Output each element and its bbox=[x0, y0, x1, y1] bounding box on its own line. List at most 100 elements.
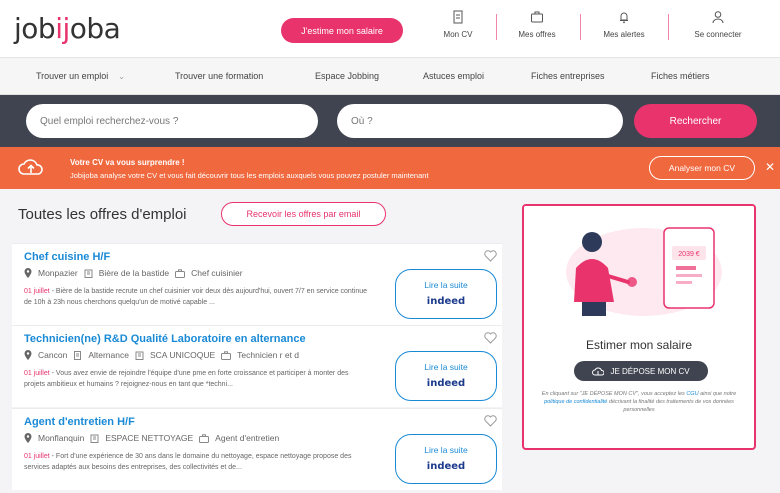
widget-title: Estimer mon salaire bbox=[585, 338, 693, 352]
job-title[interactable]: Chef cuisine H/F bbox=[24, 251, 110, 263]
cgu-link[interactable]: CGU bbox=[686, 391, 698, 397]
job-meta: Cancon Alternance SCA UNICOQUE Technicie… bbox=[24, 350, 299, 360]
upload-cv-button[interactable]: JE DÉPOSE MON CV bbox=[574, 361, 708, 381]
salary-widget: 2039 € Estimer mon salaire JE DÉPOSE MON… bbox=[522, 204, 756, 450]
building-icon bbox=[90, 434, 99, 443]
location-pin-icon bbox=[24, 350, 32, 360]
indeed-logo: indeed bbox=[426, 296, 466, 307]
job-search-input[interactable]: Quel emploi recherchez-vous ? bbox=[26, 104, 318, 138]
building-icon bbox=[135, 351, 144, 360]
site-header: jobijoba J'estime mon salaire Mon CV Mes… bbox=[0, 0, 780, 58]
nav-label: Se connecter bbox=[694, 30, 742, 39]
close-icon[interactable]: ✕ bbox=[765, 160, 775, 174]
heart-icon[interactable] bbox=[484, 332, 497, 344]
indeed-logo: indeed bbox=[426, 378, 466, 389]
read-more-label: Lire la suite bbox=[424, 445, 468, 455]
job-date: 01 juillet bbox=[24, 370, 50, 377]
bell-icon bbox=[620, 12, 628, 24]
heart-icon[interactable] bbox=[484, 250, 497, 262]
job-company: Bière de la bastide bbox=[98, 268, 170, 278]
logo-part: job bbox=[14, 12, 56, 45]
nav-label: Mes offres bbox=[518, 30, 556, 39]
job-category: Technicien r et d bbox=[237, 350, 300, 360]
menu-item-tips[interactable]: Astuces emploi bbox=[423, 71, 484, 81]
logo-part: ij bbox=[55, 12, 70, 45]
contract-icon bbox=[74, 350, 82, 360]
menu-item-jobbing[interactable]: Espace Jobbing bbox=[315, 71, 379, 81]
location-pin-icon bbox=[24, 268, 32, 278]
nav-label: Mes alertes bbox=[603, 30, 645, 39]
job-date: 01 juillet bbox=[24, 453, 50, 460]
analyse-cv-button[interactable]: Analyser mon CV bbox=[649, 156, 755, 180]
legal-text: En cliquant sur "JE DÉPOSE MON CV", vous… bbox=[541, 391, 685, 397]
salary-illustration: 2039 € bbox=[524, 206, 754, 324]
privacy-link[interactable]: politique de confidentialité bbox=[544, 399, 607, 405]
job-location: Monflanquin bbox=[38, 433, 85, 443]
menu-item-find-job[interactable]: Trouver un emploi ⌄ bbox=[36, 71, 125, 81]
menu-item-job-sheets[interactable]: Fiches métiers bbox=[651, 71, 710, 81]
job-category: Chef cuisinier bbox=[191, 268, 243, 278]
job-card[interactable]: Chef cuisine H/F Monpazier Bière de la b… bbox=[12, 243, 502, 325]
estimate-salary-button[interactable]: J'estime mon salaire bbox=[281, 18, 403, 43]
read-more-button[interactable]: Lire la suite indeed bbox=[395, 434, 497, 484]
cv-banner: Votre CV va vous surprendre ! Jobijoba a… bbox=[0, 147, 780, 189]
briefcase-icon bbox=[199, 433, 210, 443]
job-card[interactable]: Agent d'entretien H/F Monflanquin ESPACE… bbox=[12, 408, 502, 490]
job-desc-text: Fort d'une expérience de 30 ans dans le … bbox=[24, 453, 352, 471]
briefcase-icon bbox=[221, 350, 232, 360]
legal-text: décrivant la finalité des traitements de… bbox=[608, 399, 734, 413]
logo-part: oba bbox=[69, 12, 121, 45]
menu-item-companies[interactable]: Fiches entreprises bbox=[531, 71, 605, 81]
location-pin-icon bbox=[24, 433, 32, 443]
job-desc-text: Vous avez envie de rejoindre l'équipe d'… bbox=[24, 370, 349, 388]
job-category: Agent d'entretien bbox=[215, 433, 280, 443]
job-card[interactable]: Technicien(ne) R&D Qualité Laboratoire e… bbox=[12, 325, 502, 407]
email-alert-button[interactable]: Recevoir les offres par email bbox=[221, 202, 386, 226]
job-desc-text: Bière de la bastide recrute un chef cuis… bbox=[24, 288, 367, 306]
cloud-upload-icon bbox=[18, 159, 43, 175]
job-company: SCA UNICOQUE bbox=[149, 350, 216, 360]
main-menu: Trouver un emploi ⌄ Trouver une formation… bbox=[0, 59, 780, 95]
nav-login[interactable]: Se connecter bbox=[688, 10, 748, 39]
legal-text: ainsi que notre bbox=[700, 391, 737, 397]
job-description: 01 juillet - Bière de la bastide recrute… bbox=[24, 288, 367, 306]
heart-icon[interactable] bbox=[484, 415, 497, 427]
chevron-down-icon: ⌄ bbox=[118, 72, 125, 81]
upload-cv-label: JE DÉPOSE MON CV bbox=[610, 366, 690, 376]
briefcase-icon bbox=[531, 11, 543, 23]
briefcase-icon bbox=[175, 268, 186, 278]
job-meta: Monpazier Bière de la bastide Chef cuisi… bbox=[24, 268, 243, 278]
cloud-upload-icon bbox=[592, 367, 605, 376]
document-icon bbox=[453, 10, 463, 24]
read-more-button[interactable]: Lire la suite indeed bbox=[395, 351, 497, 401]
header-divider bbox=[580, 14, 581, 40]
nav-my-offers[interactable]: Mes offres bbox=[513, 10, 561, 39]
job-title[interactable]: Agent d'entretien H/F bbox=[24, 416, 135, 428]
search-button[interactable]: Rechercher bbox=[634, 104, 757, 138]
page-title: Toutes les offres d'emploi bbox=[18, 206, 187, 223]
job-title[interactable]: Technicien(ne) R&D Qualité Laboratoire e… bbox=[24, 333, 306, 345]
job-contract: Alternance bbox=[88, 350, 129, 360]
job-company: ESPACE NETTOYAGE bbox=[105, 433, 194, 443]
menu-item-find-training[interactable]: Trouver une formation bbox=[175, 71, 263, 81]
salary-amount: 2039 € bbox=[678, 251, 700, 258]
job-location: Cancon bbox=[38, 350, 68, 360]
job-location: Monpazier bbox=[38, 268, 78, 278]
nav-my-alerts[interactable]: Mes alertes bbox=[598, 10, 650, 39]
read-more-button[interactable]: Lire la suite indeed bbox=[395, 269, 497, 319]
banner-text: Jobijoba analyse votre CV et vous fait d… bbox=[70, 171, 429, 180]
nav-my-cv[interactable]: Mon CV bbox=[440, 10, 476, 39]
legal-notice: En cliquant sur "JE DÉPOSE MON CV", vous… bbox=[538, 390, 740, 414]
banner-title: Votre CV va vous surprendre ! bbox=[70, 158, 185, 167]
search-bar: Quel emploi recherchez-vous ? Où ? Reche… bbox=[0, 95, 780, 147]
job-description: 01 juillet - Fort d'une expérience de 30… bbox=[24, 453, 352, 471]
header-divider bbox=[668, 14, 669, 40]
job-date: 01 juillet bbox=[24, 288, 50, 295]
read-more-label: Lire la suite bbox=[424, 362, 468, 372]
indeed-logo: indeed bbox=[426, 461, 466, 472]
nav-label: Mon CV bbox=[443, 30, 473, 39]
job-meta: Monflanquin ESPACE NETTOYAGE Agent d'ent… bbox=[24, 433, 279, 443]
user-icon bbox=[712, 11, 724, 24]
jobijoba-logo[interactable]: jobijoba bbox=[14, 12, 121, 45]
location-input[interactable]: Où ? bbox=[337, 104, 623, 138]
